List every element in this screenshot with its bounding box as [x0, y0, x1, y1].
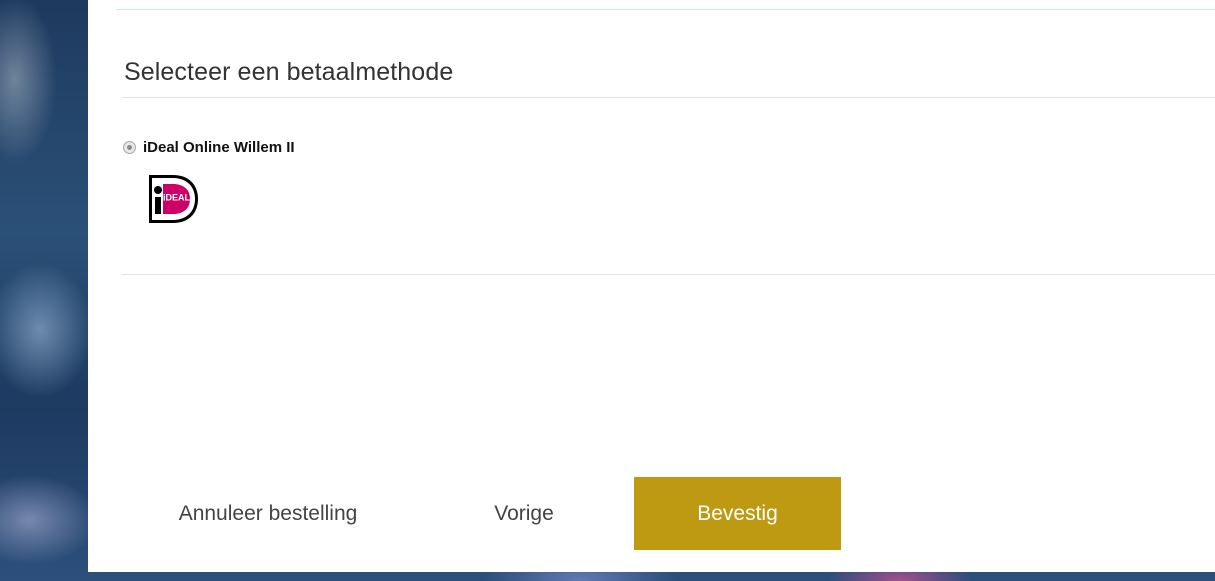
methods-divider	[122, 274, 1215, 275]
payment-method-ideal[interactable]: iDeal Online Willem II	[123, 139, 295, 156]
checkout-panel: Selecteer een betaalmethode iDeal Online…	[88, 0, 1215, 572]
payment-section-title: Selecteer een betaalmethode	[124, 58, 454, 86]
payment-method-radio[interactable]	[123, 141, 136, 154]
ideal-logo-text: iDEAL	[163, 193, 191, 203]
ideal-logo-icon: iDEAL	[149, 175, 198, 223]
radio-selected-dot	[127, 145, 132, 150]
confirm-button[interactable]: Bevestig	[634, 477, 841, 550]
top-divider	[116, 9, 1215, 10]
previous-button[interactable]: Vorige	[473, 477, 575, 550]
payment-method-label: iDeal Online Willem II	[143, 139, 295, 156]
title-divider	[122, 97, 1215, 98]
cancel-order-button[interactable]: Annuleer bestelling	[148, 477, 388, 550]
